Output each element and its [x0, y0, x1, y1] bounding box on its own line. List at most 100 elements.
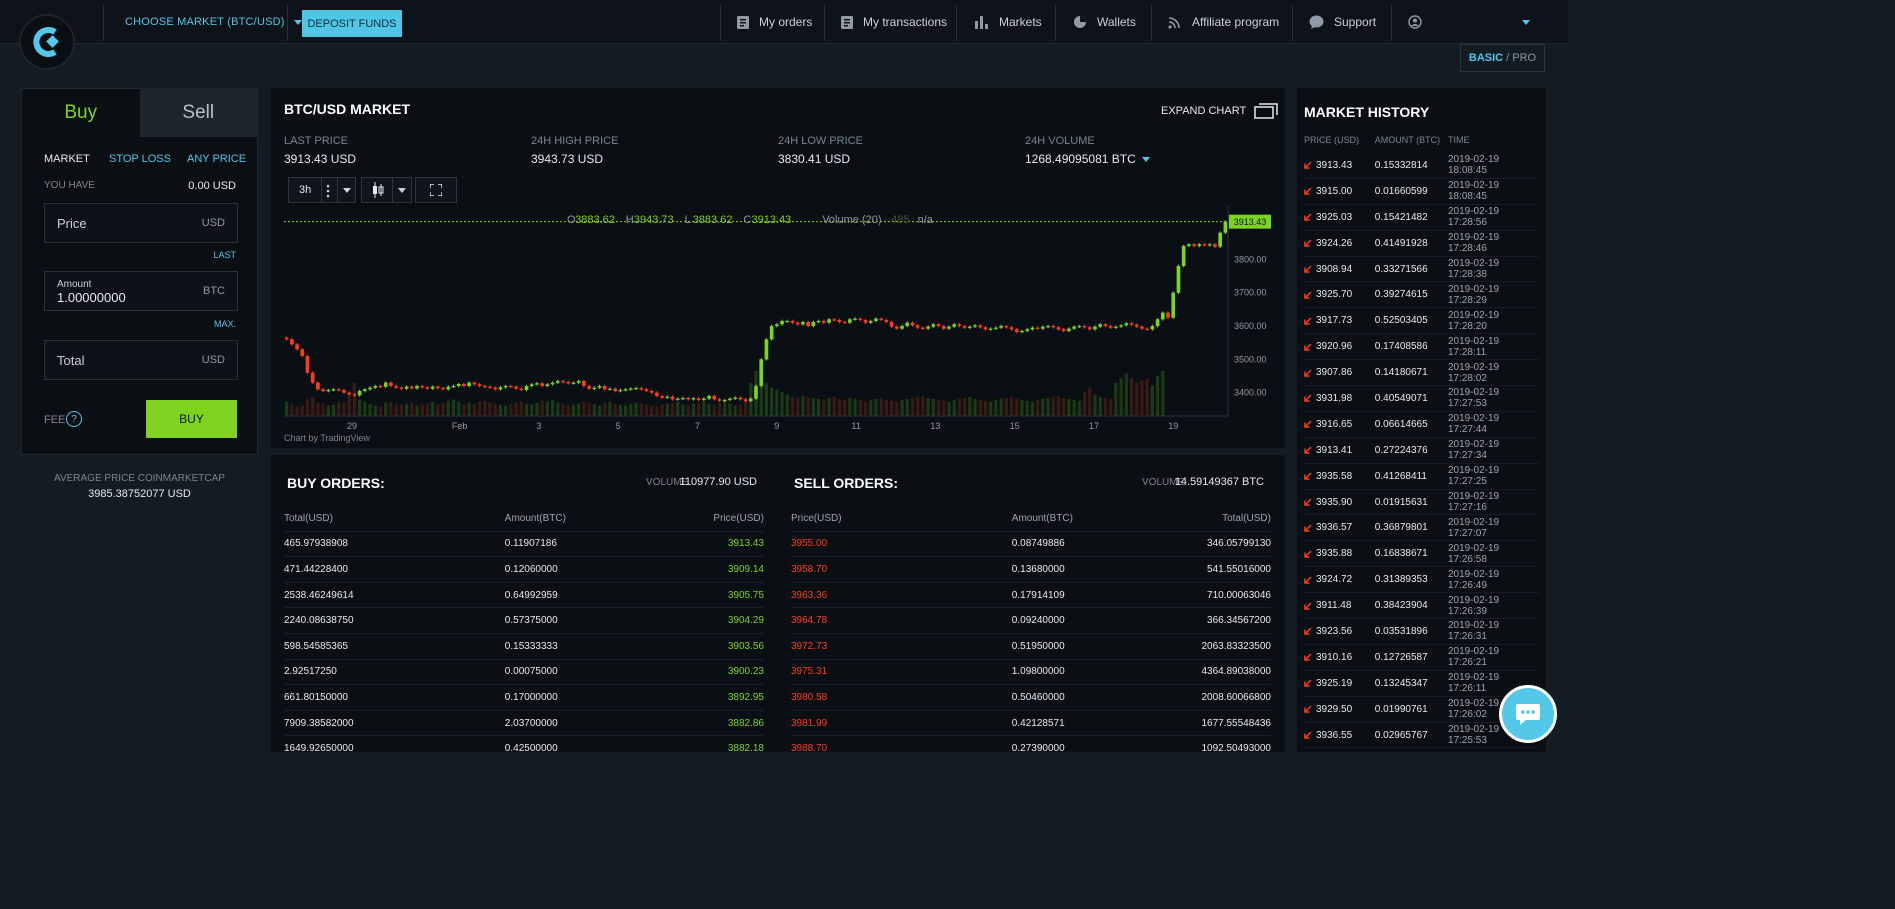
history-row[interactable]: 3916.65 0.06614665 2019-02-19 17:27:44: [1304, 412, 1540, 438]
expand-chart-button[interactable]: EXPAND CHART: [1161, 103, 1278, 119]
history-row[interactable]: 3910.16 0.12726587 2019-02-19 17:26:21: [1304, 645, 1540, 671]
order-row[interactable]: 661.80150000 0.17000000 3892.95: [284, 685, 764, 711]
history-row[interactable]: 3911.48 0.38423904 2019-02-19 17:26:39: [1304, 593, 1540, 620]
candle-body: [1150, 326, 1155, 330]
order-row[interactable]: 3964.78 0.09240000 366.34567200: [791, 608, 1271, 634]
history-row[interactable]: 3923.56 0.03531896 2019-02-19 17:26:31: [1304, 619, 1540, 645]
history-row[interactable]: 3917.73 0.52503405 2019-02-19 17:28:20: [1304, 308, 1540, 335]
mode-basic[interactable]: BASIC: [1469, 52, 1503, 64]
history-time: 2019-02-19 17:26:39: [1447, 594, 1500, 617]
nav-markets[interactable]: Markets: [975, 0, 1042, 44]
candle-body: [1072, 326, 1076, 329]
order-row[interactable]: 3963.36 0.17914109 710.00063046: [791, 583, 1271, 609]
chevron-down-icon[interactable]: [343, 188, 351, 193]
tradingview-credit[interactable]: Chart by TradingView: [284, 433, 370, 443]
volume-bar: [597, 405, 602, 416]
history-row[interactable]: 3925.03 0.15421482 2019-02-19 17:28:56: [1304, 205, 1540, 231]
amount-field[interactable]: Amount 1.00000000 BTC: [44, 271, 238, 311]
history-row[interactable]: 3908.94 0.33271566 2019-02-19 17:28:38: [1304, 257, 1540, 283]
buy-button[interactable]: BUY: [146, 400, 237, 438]
volume-label: 24H VOLUME: [1025, 135, 1095, 147]
deposit-funds-button[interactable]: DEPOSIT FUNDS: [302, 10, 402, 37]
volume-bar: [300, 405, 304, 416]
interval-selector[interactable]: 3h: [288, 177, 356, 203]
x-tick-label: Feb: [452, 421, 468, 431]
history-row[interactable]: 3935.58 0.41268411 2019-02-19 17:27:25: [1304, 464, 1540, 490]
total-field[interactable]: Total USD: [44, 340, 238, 380]
history-row[interactable]: 3913.41 0.27224376 2019-02-19 17:27:34: [1304, 438, 1540, 464]
history-row[interactable]: 3925.70 0.39274615 2019-02-19 17:28:29: [1304, 282, 1540, 309]
last-price-link[interactable]: LAST: [213, 250, 236, 260]
fullscreen-button[interactable]: [415, 177, 457, 203]
order-row[interactable]: 3955.00 0.08749886 346.05799130: [791, 532, 1271, 558]
order-row[interactable]: 2538.46249614 0.64992959 3905.75: [284, 583, 764, 609]
volume-bar: [843, 399, 847, 416]
amount-value[interactable]: 1.00000000: [57, 290, 126, 305]
history-row[interactable]: 3935.88 0.16838671 2019-02-19 17:26:58: [1304, 541, 1540, 568]
history-price: 3929.50: [1316, 703, 1353, 715]
history-row[interactable]: 3913.43 0.15332814 2019-02-19 18:08:45: [1304, 153, 1540, 179]
order-type-stop-loss[interactable]: STOP LOSS: [109, 153, 171, 165]
tab-buy[interactable]: Buy: [22, 89, 140, 137]
volume-selector[interactable]: 1268.49095081 BTC: [1025, 152, 1150, 166]
nav-my-transactions[interactable]: My transactions: [841, 0, 947, 44]
arrow-down-left-icon: [1304, 653, 1312, 662]
candle-body: [837, 320, 842, 322]
price-field[interactable]: Price USD: [44, 203, 238, 243]
candle-body: [336, 389, 341, 391]
live-chat-button[interactable]: [1499, 685, 1557, 743]
volume-bar: [540, 400, 544, 416]
history-row[interactable]: 3924.72 0.31389353 2019-02-19 17:26:49: [1304, 567, 1540, 594]
volume-bar: [816, 398, 821, 416]
order-type-market[interactable]: MARKET: [44, 153, 90, 165]
history-row[interactable]: 3931.98 0.40549071 2019-02-19 17:27:53: [1304, 386, 1540, 412]
nav-my-orders[interactable]: My orders: [737, 0, 812, 44]
order-row[interactable]: 3958.70 0.13680000 541.55016000: [791, 557, 1271, 583]
market-selector[interactable]: CHOOSE MARKET (BTC/USD): [125, 16, 302, 28]
order-row[interactable]: 3988.70 0.27390000 1092.50493000: [791, 736, 1271, 762]
history-row[interactable]: 3935.90 0.01915631 2019-02-19 17:27:16: [1304, 490, 1540, 516]
nav-support[interactable]: Support: [1309, 0, 1376, 44]
order-row[interactable]: 1649.92650000 0.42500000 3882.18: [284, 736, 764, 762]
order-row[interactable]: 465.97938908 0.11907186 3913.43: [284, 532, 764, 558]
order-cell: 3913.43: [727, 538, 764, 550]
history-row[interactable]: 3925.19 0.13245347 2019-02-19 17:26:11: [1304, 671, 1540, 697]
more-vertical-icon[interactable]: [326, 184, 330, 198]
order-row[interactable]: 3980.58 0.50460000 2008.60066800: [791, 685, 1271, 711]
price-chart[interactable]: 3800.00 3700.00 3600.00 3500.00 3400.00 29 Feb…: [271, 206, 1285, 448]
order-row[interactable]: 598.54585365 0.15333333 3903.56: [284, 634, 764, 660]
app-logo[interactable]: [19, 14, 75, 70]
chart-style-selector[interactable]: [361, 177, 412, 203]
volume-bar: [624, 405, 628, 416]
order-row[interactable]: 471.44228400 0.12060000 3909.14: [284, 557, 764, 583]
view-mode-toggle[interactable]: BASIC / PRO: [1460, 44, 1545, 72]
history-row[interactable]: 3936.57 0.36879801 2019-02-19 17:27:07: [1304, 515, 1540, 542]
nav-wallets[interactable]: Wallets: [1073, 0, 1136, 44]
volume-bar: [790, 397, 795, 416]
mode-pro[interactable]: PRO: [1512, 52, 1536, 64]
order-type-any-price[interactable]: ANY PRICE: [187, 153, 246, 165]
help-icon[interactable]: ?: [66, 411, 82, 427]
volume-bar: [629, 404, 633, 416]
tab-sell[interactable]: Sell: [139, 89, 257, 137]
account-menu[interactable]: [1408, 0, 1530, 44]
max-amount-link[interactable]: MAX.: [214, 319, 236, 329]
nav-affiliate-program[interactable]: Affiliate program: [1168, 0, 1279, 44]
history-row[interactable]: 3920.96 0.17408586 2019-02-19 17:28:11: [1304, 334, 1540, 361]
order-row[interactable]: 3972.73 0.51950000 2063.83323500: [791, 634, 1271, 660]
order-row[interactable]: 3975.31 1.09800000 4364.89038000: [791, 660, 1271, 686]
history-price: 3920.96: [1316, 341, 1353, 353]
chevron-down-icon[interactable]: [398, 188, 406, 193]
history-row[interactable]: 3924.26 0.41491928 2019-02-19 17:28:46: [1304, 231, 1540, 257]
candle-body: [675, 398, 680, 400]
order-row[interactable]: 7909.38582000 2.03700000 3882.86: [284, 711, 764, 737]
arrow-down-left-icon: [1304, 576, 1312, 584]
order-row[interactable]: 2240.08638750 0.57375000 3904.29: [284, 608, 764, 634]
x-tick-label: 11: [851, 421, 860, 431]
history-row[interactable]: 3907.86 0.14180671 2019-02-19 17:28:02: [1304, 360, 1540, 387]
volume-bar: [665, 403, 669, 416]
order-row[interactable]: 2.92517250 0.00075000 3900.23: [284, 660, 764, 686]
order-row[interactable]: 3981.99 0.42128571 1677.55548436: [791, 711, 1271, 737]
history-price-cell: 3910.16: [1304, 652, 1375, 663]
history-row[interactable]: 3915.00 0.01660599 2019-02-19 18:08:45: [1304, 179, 1540, 205]
